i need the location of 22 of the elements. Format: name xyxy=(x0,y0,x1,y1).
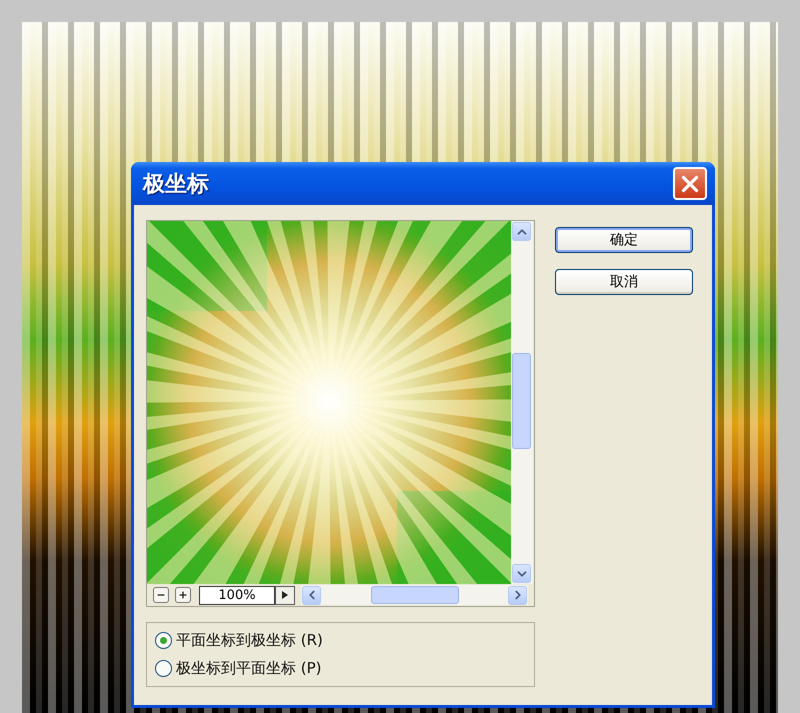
triangle-right-icon xyxy=(282,591,288,599)
radio-icon[interactable] xyxy=(155,632,172,649)
zoom-in-button[interactable] xyxy=(175,587,191,603)
dialog-button[interactable]: 确定 xyxy=(555,227,693,253)
vertical-scrollbar[interactable] xyxy=(511,221,533,584)
close-button[interactable] xyxy=(673,167,707,200)
horizontal-scrollbar[interactable] xyxy=(301,585,528,605)
scrollbar-thumb[interactable] xyxy=(512,353,531,449)
zoom-field[interactable]: 100% xyxy=(199,586,275,604)
scroll-down-button[interactable] xyxy=(512,564,531,583)
scrollbar-thumb[interactable] xyxy=(370,586,458,604)
radio-option[interactable]: 平面坐标到极坐标 (R) xyxy=(155,631,526,650)
scroll-up-button[interactable] xyxy=(512,222,531,241)
zoom-out-button[interactable] xyxy=(153,587,169,603)
dialog-button[interactable]: 取消 xyxy=(555,269,693,295)
zoom-menu-button[interactable] xyxy=(275,586,295,604)
scroll-right-button[interactable] xyxy=(508,586,527,604)
radio-option[interactable]: 极坐标到平面坐标 (P) xyxy=(155,659,526,678)
radio-icon[interactable] xyxy=(155,660,172,677)
plus-icon xyxy=(178,590,188,600)
scroll-left-button[interactable] xyxy=(302,586,321,604)
window-title: 极坐标 xyxy=(143,170,209,198)
